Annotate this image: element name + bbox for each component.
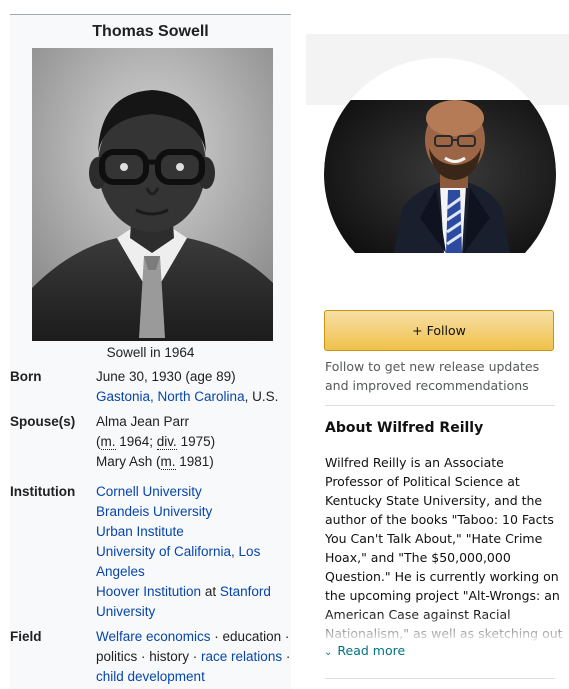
married-abbr-2[interactable]: m.: [160, 454, 176, 470]
follow-button[interactable]: + Follow: [324, 310, 554, 351]
paren-open: (: [96, 434, 101, 449]
follow-help-text: Follow to get new release updates and im…: [325, 359, 540, 393]
born-place: Gastonia, North Carolina, U.S.: [96, 387, 288, 407]
portrait-photo-image: [32, 48, 273, 341]
portrait-photo[interactable]: [32, 48, 273, 341]
hoover-line: Hoover Institution at Stanford: [96, 582, 288, 602]
divorced-abbr[interactable]: div.: [156, 434, 177, 450]
field-sep-1: · education ·: [210, 629, 290, 644]
photo-caption: Sowell in 1964: [106, 345, 195, 360]
married-year: 1964;: [115, 434, 157, 449]
spouse-name-2: Mary Ash (m. 1981): [96, 452, 288, 472]
divorced-year: 1975): [176, 434, 216, 449]
field-value: Welfare economics · education · politics…: [96, 627, 291, 687]
married-abbr[interactable]: m.: [100, 434, 116, 450]
stanford-link-cont[interactable]: University: [96, 602, 288, 622]
divider-bottom: [325, 678, 555, 679]
infobox-table: Thomas Sowell Sowell in 1964 Born June 3…: [10, 14, 291, 689]
institution-link[interactable]: University of California, Los: [96, 542, 288, 562]
race-relations-link[interactable]: race relations: [201, 649, 282, 664]
author-panel: + Follow Follow to get new release updat…: [306, 0, 569, 689]
born-date: June 30, 1930 (age 89): [96, 369, 236, 384]
institution-link-cont[interactable]: Angeles: [96, 562, 288, 582]
field-label: Field: [10, 629, 42, 644]
institution-link[interactable]: Urban Institute: [96, 522, 288, 542]
field-line-2: politics · history · race relations ·: [96, 647, 291, 667]
divider: [325, 405, 555, 406]
read-more-link[interactable]: ⌄ Read more: [324, 643, 405, 658]
avatar-photo: [324, 58, 556, 253]
at-text: at: [201, 584, 220, 599]
institution-link[interactable]: Brandeis University: [96, 502, 288, 522]
born-place-country: , U.S.: [244, 389, 279, 404]
field-sep-2: ·: [282, 649, 291, 664]
bio-fade-overlay: [325, 612, 563, 642]
stanford-link[interactable]: Stanford: [220, 584, 271, 599]
read-more-label: Read more: [337, 643, 406, 658]
born-label: Born: [10, 369, 42, 384]
author-avatar[interactable]: [324, 58, 556, 253]
spouse-label: Spouse(s): [10, 414, 76, 429]
field-politics-history: politics · history ·: [96, 649, 202, 664]
married-year-2: 1981): [175, 454, 214, 469]
welfare-economics-link[interactable]: Welfare economics: [96, 629, 211, 644]
institution-value: Cornell University Brandeis University U…: [96, 482, 288, 622]
spouse-2-name: Mary Ash (: [96, 454, 161, 469]
infobox-title: Thomas Sowell: [92, 23, 209, 40]
wikipedia-infobox: Thomas Sowell Sowell in 1964 Born June 3…: [0, 0, 298, 689]
chevron-down-icon: ⌄: [324, 647, 333, 658]
hoover-link[interactable]: Hoover Institution: [96, 584, 201, 599]
institution-link[interactable]: Cornell University: [96, 482, 288, 502]
about-heading: About Wilfred Reilly: [325, 420, 484, 436]
spouse-1-dates: (m. 1964; div. 1975): [96, 432, 288, 452]
spouse-name-1: Alma Jean Parr: [96, 414, 190, 429]
child-development-link[interactable]: child development: [96, 667, 288, 687]
institution-label: Institution: [10, 484, 76, 499]
born-value: June 30, 1930 (age 89) Gastonia, North C…: [96, 367, 288, 407]
born-place-link[interactable]: Gastonia, North Carolina: [96, 389, 245, 404]
spouse-value: Alma Jean Parr (m. 1964; div. 1975) Mary…: [96, 412, 288, 472]
field-line-1: Welfare economics · education ·: [96, 627, 290, 647]
